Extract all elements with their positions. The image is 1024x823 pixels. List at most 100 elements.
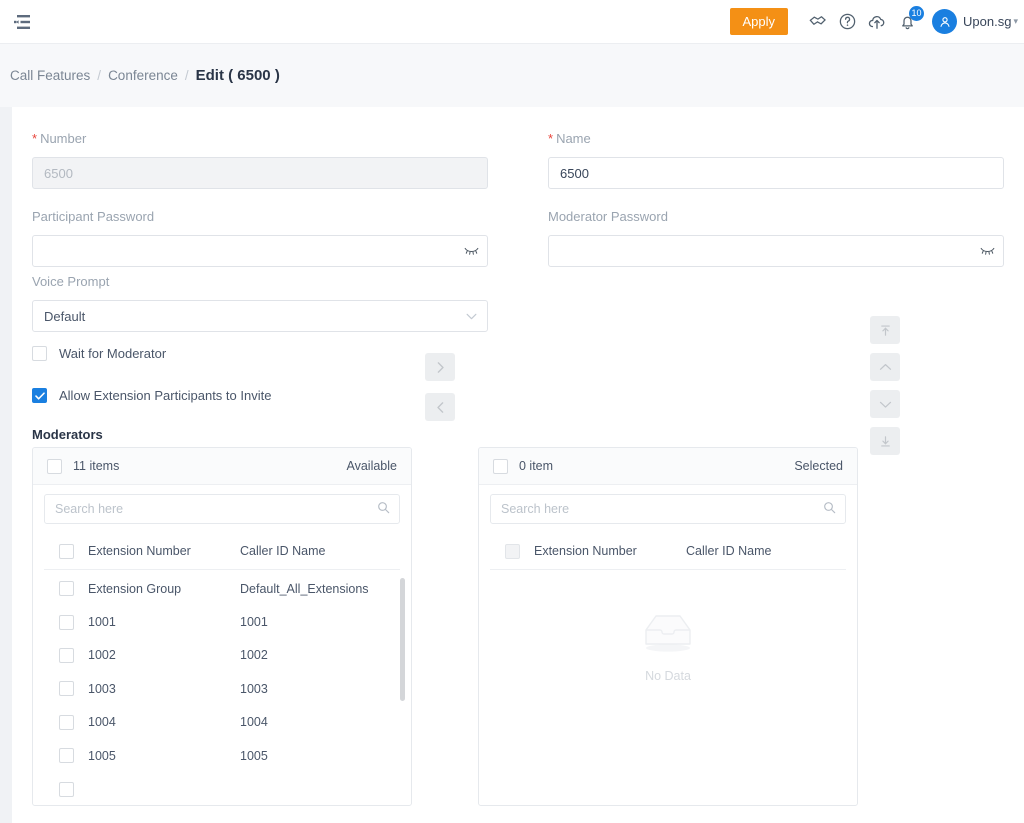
row-caller-id-name: 1001: [240, 615, 268, 629]
move-left-button[interactable]: [425, 393, 455, 421]
participant-password-input[interactable]: [32, 235, 488, 267]
row-extension-number: 1004: [88, 715, 240, 729]
move-down-button[interactable]: [870, 390, 900, 418]
selected-column-caller-id-name: Caller ID Name: [686, 544, 771, 558]
row-checkbox[interactable]: [59, 782, 74, 797]
order-buttons: [870, 316, 900, 455]
table-row[interactable]: 1001 1001: [44, 605, 400, 638]
selected-search-wrap: [479, 485, 857, 524]
available-search-wrap: [33, 485, 411, 524]
top-bar: Apply: [0, 0, 1024, 44]
name-input[interactable]: [548, 157, 1004, 189]
row-caller-id-name: 1003: [240, 682, 268, 696]
move-to-bottom-button[interactable]: [870, 427, 900, 455]
label-number: * Number: [32, 131, 488, 146]
selected-search-input[interactable]: [490, 494, 846, 524]
checkbox-row-wait-for-moderator[interactable]: Wait for Moderator: [32, 346, 166, 361]
move-to-top-button[interactable]: [870, 316, 900, 344]
wait-for-moderator-label: Wait for Moderator: [59, 346, 166, 361]
selected-empty-state: No Data: [479, 570, 857, 683]
label-name-text: Name: [556, 131, 591, 146]
selected-select-all-checkbox[interactable]: [493, 459, 508, 474]
voice-prompt-select[interactable]: Default: [32, 300, 488, 332]
sidebar-collapse-icon[interactable]: [8, 8, 36, 36]
cloud-upload-icon[interactable]: [862, 7, 892, 37]
selected-panel-header: 0 item Selected: [479, 448, 857, 485]
available-count-label: 11 items: [73, 459, 119, 473]
row-caller-id-name: Default_All_Extensions: [240, 582, 369, 596]
label-name: * Name: [548, 131, 1004, 146]
moderator-password-input[interactable]: [548, 235, 1004, 267]
notification-badge: 10: [909, 6, 924, 21]
row-extension-number: 1002: [88, 648, 240, 662]
user-menu[interactable]: Upon.sg ▾: [963, 14, 1022, 29]
available-list-scrollbar[interactable]: [400, 578, 405, 701]
handshake-icon[interactable]: [802, 7, 832, 37]
required-marker: *: [32, 132, 37, 145]
top-bar-actions: Apply: [730, 7, 1024, 37]
checkbox-row-allow-invite[interactable]: Allow Extension Participants to Invite: [32, 388, 271, 403]
row-checkbox[interactable]: [59, 581, 74, 596]
available-select-all-checkbox[interactable]: [47, 459, 62, 474]
eye-closed-icon[interactable]: [980, 246, 995, 256]
breadcrumb-separator: /: [97, 68, 101, 83]
breadcrumb: Call Features / Conference / Edit ( 6500…: [0, 44, 1024, 107]
number-input: [32, 157, 488, 189]
allow-invite-checkbox[interactable]: [32, 388, 47, 403]
table-row[interactable]: 1004 1004: [44, 706, 400, 739]
allow-invite-label: Allow Extension Participants to Invite: [59, 388, 271, 403]
search-icon[interactable]: [823, 501, 836, 514]
breadcrumb-item-conference[interactable]: Conference: [108, 68, 178, 83]
label-moderator-password: Moderator Password: [548, 209, 1004, 224]
selected-panel: 0 item Selected Extension Number Caller …: [478, 447, 858, 806]
chevron-down-icon: [466, 313, 477, 320]
available-header-checkbox[interactable]: [59, 544, 74, 559]
selected-side-label: Selected: [794, 459, 843, 473]
row-caller-id-name: 1002: [240, 648, 268, 662]
available-column-caller-id-name: Caller ID Name: [240, 544, 325, 558]
table-row[interactable]: Extension Group Default_All_Extensions: [44, 572, 400, 605]
field-name: * Name: [548, 131, 1004, 189]
label-voice-prompt: Voice Prompt: [32, 274, 488, 289]
table-row[interactable]: 1005 1005: [44, 739, 400, 772]
voice-prompt-selected-value: Default: [44, 309, 85, 324]
row-extension-number: 1001: [88, 615, 240, 629]
breadcrumb-separator: /: [185, 68, 189, 83]
page-title: Edit ( 6500 ): [196, 67, 280, 84]
label-number-text: Number: [40, 131, 86, 146]
avatar[interactable]: [932, 9, 957, 34]
table-row[interactable]: 1003 1003: [44, 672, 400, 705]
selected-column-extension-number: Extension Number: [534, 544, 686, 558]
available-column-extension-number: Extension Number: [88, 544, 240, 558]
field-participant-password: Participant Password: [32, 209, 488, 267]
row-checkbox[interactable]: [59, 615, 74, 630]
notification-bell-icon[interactable]: 10: [892, 7, 922, 37]
field-number: * Number: [32, 131, 488, 189]
table-row[interactable]: 1002 1002: [44, 639, 400, 672]
row-caller-id-name: 1005: [240, 749, 268, 763]
breadcrumb-item-call-features[interactable]: Call Features: [10, 68, 90, 83]
table-row-partial[interactable]: [44, 772, 400, 805]
row-checkbox[interactable]: [59, 748, 74, 763]
empty-state-text: No Data: [645, 669, 691, 683]
selected-header-checkbox: [505, 544, 520, 559]
row-checkbox[interactable]: [59, 681, 74, 696]
row-caller-id-name: 1004: [240, 715, 268, 729]
field-moderator-password: Moderator Password: [548, 209, 1004, 267]
available-panel: 11 items Available Extension Number Call…: [32, 447, 412, 806]
row-checkbox[interactable]: [59, 648, 74, 663]
moderators-section-title: Moderators: [32, 427, 103, 442]
search-icon[interactable]: [377, 501, 390, 514]
move-right-button[interactable]: [425, 353, 455, 381]
row-extension-number: 1005: [88, 749, 240, 763]
available-search-input[interactable]: [44, 494, 400, 524]
eye-closed-icon[interactable]: [464, 246, 479, 256]
wait-for-moderator-checkbox[interactable]: [32, 346, 47, 361]
row-extension-number: Extension Group: [88, 582, 240, 596]
move-up-button[interactable]: [870, 353, 900, 381]
transfer-buttons: [425, 353, 455, 421]
row-checkbox[interactable]: [59, 715, 74, 730]
selected-table-header: Extension Number Caller ID Name: [490, 533, 846, 570]
help-circle-icon[interactable]: [832, 7, 862, 37]
apply-button[interactable]: Apply: [730, 8, 789, 35]
